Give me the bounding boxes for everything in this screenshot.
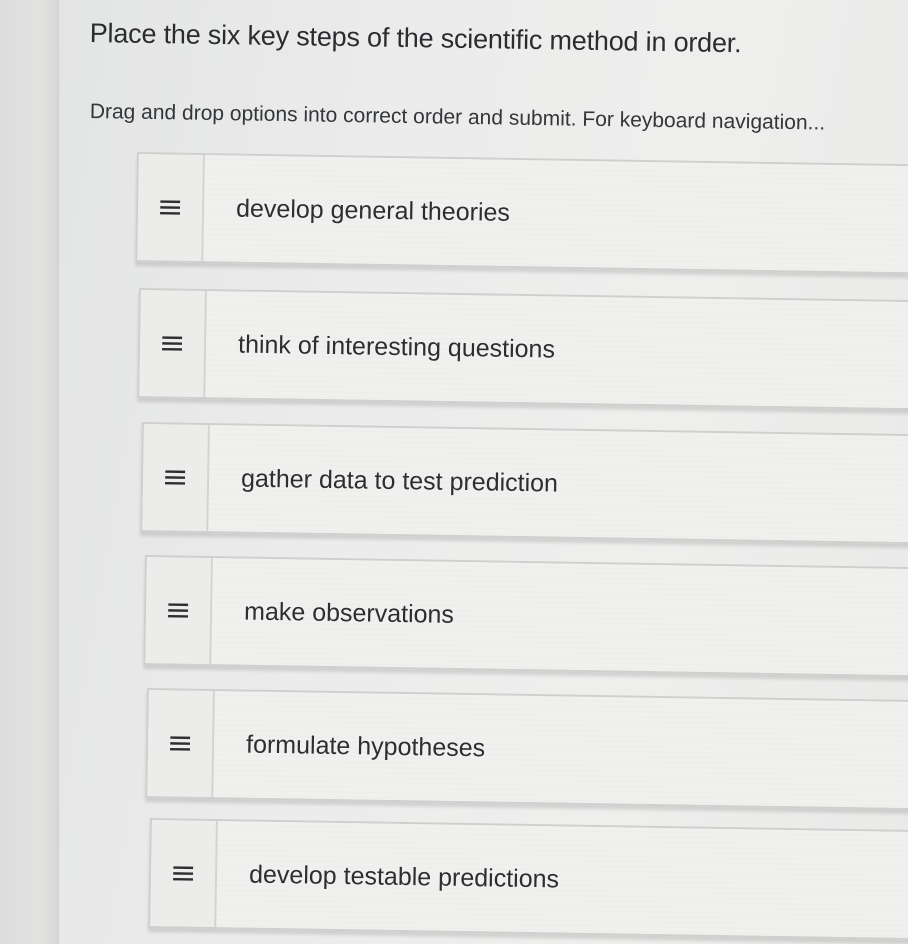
option-label: develop general theories [203,155,908,273]
ordering-option[interactable]: develop general theories [135,152,908,275]
ordering-option[interactable]: think of interesting questions [137,288,908,411]
ordering-option[interactable]: make observations [143,555,908,678]
drag-handle[interactable] [137,154,205,262]
drag-handle[interactable] [150,820,218,928]
drag-handle[interactable] [142,424,210,532]
option-label: think of interesting questions [205,291,908,409]
ordering-option[interactable]: gather data to test prediction [140,422,908,545]
drag-handle-icon [168,603,189,618]
option-label: formulate hypotheses [213,691,908,809]
drag-handle-icon [160,200,181,215]
drag-handle[interactable] [147,690,215,798]
option-label: gather data to test prediction [208,425,908,543]
drag-handle-icon [173,866,194,881]
drag-handle-icon [170,736,191,751]
drag-handle[interactable] [145,557,213,665]
drag-handle[interactable] [139,290,207,398]
ordering-list: develop general theories think of intere… [0,0,908,944]
drag-handle-icon [165,470,186,485]
option-label: make observations [211,558,908,676]
ordering-option[interactable]: develop testable predictions [148,818,908,941]
ordering-option[interactable]: formulate hypotheses [145,688,908,811]
drag-handle-icon [162,336,183,351]
option-label: develop testable predictions [216,821,908,939]
